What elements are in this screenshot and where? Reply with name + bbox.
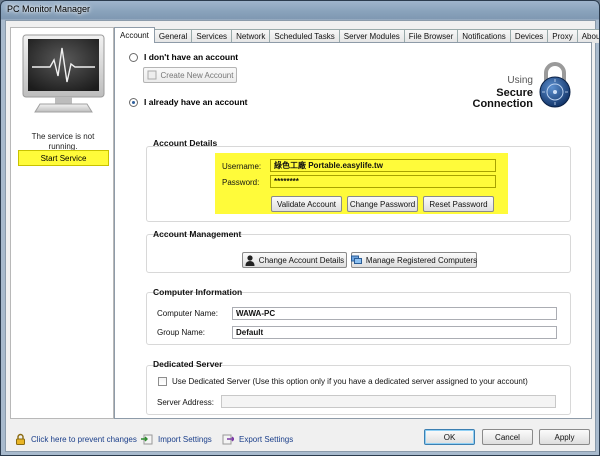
logo-secure-text: Secure Connection xyxy=(467,88,534,110)
create-account-button[interactable]: Create New Account xyxy=(143,67,237,83)
group-name-label: Group Name: xyxy=(157,328,206,337)
tab-file-browser[interactable]: File Browser xyxy=(403,29,459,43)
reset-password-button[interactable]: Reset Password xyxy=(423,196,494,212)
username-label: Username: xyxy=(222,162,262,171)
computer-name-field[interactable]: WAWA-PC xyxy=(232,307,557,320)
dedicated-server-checkbox-label: Use Dedicated Server (Use this option on… xyxy=(172,377,528,386)
group-name-field[interactable]: Default xyxy=(232,326,557,339)
server-address-field[interactable] xyxy=(221,395,556,408)
start-service-button[interactable]: Start Service xyxy=(18,150,109,166)
tab-account[interactable]: Account xyxy=(114,27,155,43)
change-details-label: Change Account Details xyxy=(258,255,345,265)
tab-network[interactable]: Network xyxy=(231,29,271,43)
use-dedicated-server-checkbox[interactable] xyxy=(158,377,167,386)
logo-using-text: Using xyxy=(507,75,533,86)
padlock-icon xyxy=(538,62,572,112)
have-account-radio[interactable]: I already have an account xyxy=(129,97,247,107)
computer-information-title: Computer Information xyxy=(153,287,243,297)
tab-notifications[interactable]: Notifications xyxy=(457,29,511,43)
tab-devices[interactable]: Devices xyxy=(509,29,549,43)
radio-button[interactable] xyxy=(129,52,138,62)
create-account-label: Create New Account xyxy=(160,70,234,80)
manage-computers-label: Manage Registered Computers xyxy=(365,255,478,265)
apply-button[interactable]: Apply xyxy=(539,429,590,445)
server-address-label: Server Address: xyxy=(157,398,214,407)
ok-button[interactable]: OK xyxy=(424,429,475,445)
no-account-label: I don't have an account xyxy=(144,52,239,62)
status-line-1: The service is not xyxy=(31,132,95,141)
password-label: Password: xyxy=(222,178,260,187)
service-status-text: The service is not running. xyxy=(11,132,115,152)
username-field[interactable]: 綠色工廠 Portable.easylife.tw xyxy=(270,159,496,172)
account-tab-panel: I don't have an account Create New Accou… xyxy=(114,42,592,419)
change-account-details-button[interactable]: Change Account Details xyxy=(242,252,347,268)
import-settings-link[interactable]: Import Settings xyxy=(141,433,212,445)
have-account-label: I already have an account xyxy=(144,97,248,107)
tab-scheduled-tasks[interactable]: Scheduled Tasks xyxy=(269,29,340,43)
prevent-changes-label: Click here to prevent changes xyxy=(31,434,137,444)
computers-icon xyxy=(350,255,362,265)
user-add-icon xyxy=(147,70,157,80)
export-settings-link[interactable]: Export Settings xyxy=(222,433,293,445)
monitor-heartbeat-icon xyxy=(22,34,105,114)
status-panel: The service is not running. Start Servic… xyxy=(10,27,114,419)
account-details-title: Account Details xyxy=(153,138,218,148)
export-settings-label: Export Settings xyxy=(239,434,294,444)
validate-account-button[interactable]: Validate Account xyxy=(271,196,342,212)
export-icon xyxy=(222,433,234,445)
logo-connection-word: Connection xyxy=(472,98,534,110)
tab-proxy[interactable]: Proxy xyxy=(547,29,578,43)
import-icon xyxy=(141,433,153,445)
app-window: PC Monitor Manager The service is not ru… xyxy=(0,0,600,456)
tab-general[interactable]: General xyxy=(153,29,193,43)
computer-name-label: Computer Name: xyxy=(157,309,218,318)
radio-button-checked[interactable] xyxy=(129,97,138,107)
import-settings-label: Import Settings xyxy=(158,434,212,444)
change-password-button[interactable]: Change Password xyxy=(347,196,418,212)
no-account-radio[interactable]: I don't have an account xyxy=(129,52,238,62)
tab-server-modules[interactable]: Server Modules xyxy=(338,29,405,43)
tab-services[interactable]: Services xyxy=(191,29,233,43)
account-management-title: Account Management xyxy=(153,229,242,239)
prevent-changes-link[interactable]: Click here to prevent changes xyxy=(15,433,137,445)
cancel-button[interactable]: Cancel xyxy=(482,429,533,445)
tab-about[interactable]: About xyxy=(576,29,599,43)
client-area: The service is not running. Start Servic… xyxy=(5,20,599,452)
window-title: PC Monitor Manager xyxy=(7,4,91,14)
tab-strip: Account General Services Network Scheduled T… xyxy=(114,27,599,43)
lock-small-icon xyxy=(15,433,26,445)
title-bar[interactable]: PC Monitor Manager xyxy=(1,1,599,19)
dedicated-server-title: Dedicated Server xyxy=(153,359,223,369)
manage-computers-button[interactable]: Manage Registered Computers xyxy=(350,252,478,268)
password-field[interactable]: ******** xyxy=(270,175,496,188)
user-icon xyxy=(245,254,255,266)
